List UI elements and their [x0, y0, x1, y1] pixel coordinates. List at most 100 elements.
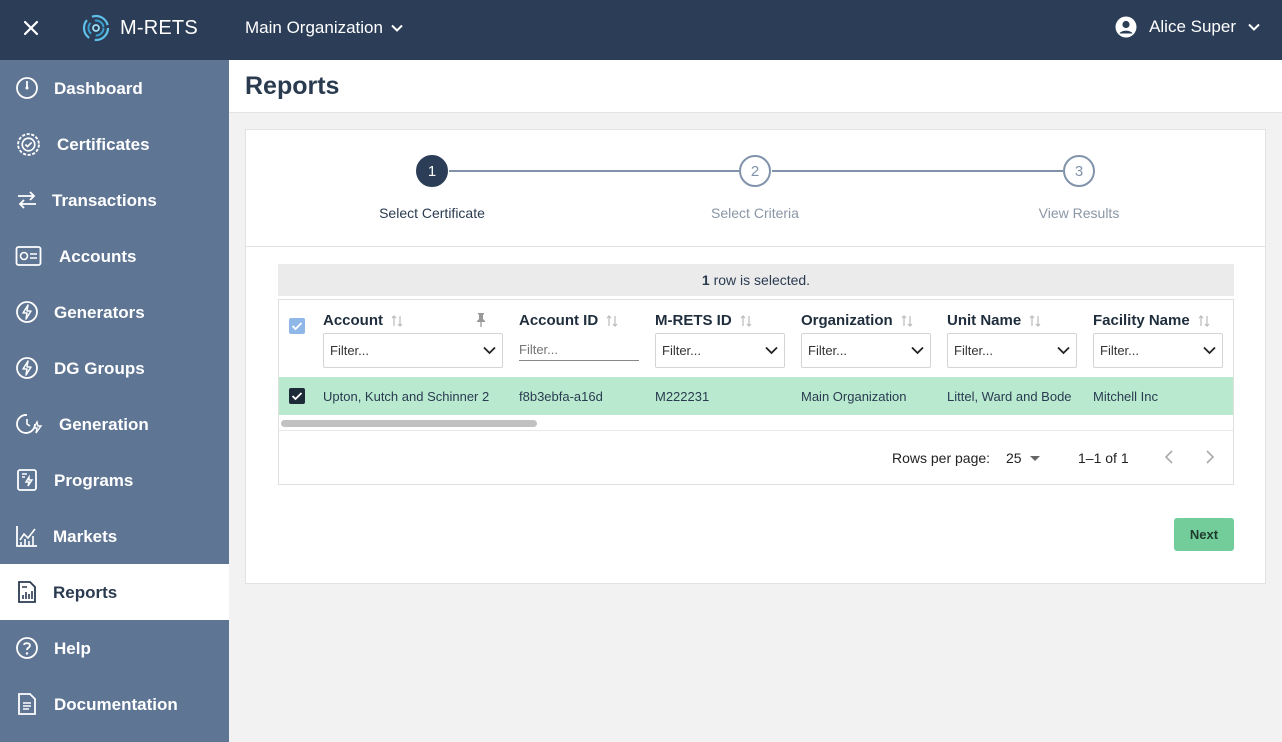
sidebar-item-dg-groups[interactable]: DG Groups	[0, 340, 229, 396]
column-header-unit-name[interactable]: Unit Name	[947, 312, 1041, 329]
sidebar-item-transactions[interactable]: Transactions	[0, 172, 229, 228]
top-bar: M-RETS Main Organization Alice Super	[0, 0, 1282, 60]
selection-banner: 1 row is selected.	[278, 264, 1234, 296]
m-rets-logo-icon	[82, 14, 110, 42]
sidebar-item-documentation[interactable]: Documentation	[0, 676, 229, 732]
caret-down-icon	[1029, 456, 1040, 461]
sidebar-item-label: DG Groups	[54, 359, 145, 378]
user-avatar-icon	[1115, 16, 1137, 38]
pin-icon[interactable]	[474, 312, 488, 328]
next-button[interactable]: Next	[1174, 518, 1234, 551]
chevron-down-icon	[391, 24, 403, 32]
line-chart-icon	[16, 526, 37, 547]
sidebar-item-label: Documentation	[54, 695, 178, 714]
horizontal-scrollbar[interactable]	[279, 415, 1233, 431]
column-header-account-id[interactable]: Account ID	[519, 312, 618, 329]
chevron-down-icon	[483, 346, 496, 355]
sidebar-item-dashboard[interactable]: Dashboard	[0, 60, 229, 116]
sidebar: Dashboard Certificates Transactions Acco…	[0, 60, 229, 742]
sidebar-item-label: Help	[54, 639, 91, 658]
chevron-down-icon	[1057, 346, 1070, 355]
sidebar-item-certificates[interactable]: Certificates	[0, 116, 229, 172]
sidebar-item-accounts[interactable]: Accounts	[0, 228, 229, 284]
scrollbar-thumb[interactable]	[281, 420, 537, 427]
cell-organization: Main Organization	[801, 389, 907, 404]
cell-m-rets-id: M222231	[655, 389, 710, 404]
sidebar-item-generation[interactable]: Generation	[0, 396, 229, 452]
filter-m-rets-id-select[interactable]: Filter...	[655, 333, 785, 368]
step-3-label: View Results	[1038, 205, 1120, 221]
sidebar-item-markets[interactable]: Markets	[0, 508, 229, 564]
selection-text: row is selected.	[709, 272, 811, 288]
step-2-circle[interactable]: 2	[739, 155, 771, 187]
question-circle-icon	[16, 637, 38, 659]
sidebar-item-label: Certificates	[57, 135, 150, 154]
report-wizard-card: 1 Select Certificate 2 Select Criteria 3…	[245, 129, 1266, 584]
transfer-arrows-icon	[18, 191, 36, 209]
column-header-label: Account ID	[519, 312, 599, 329]
check-icon	[291, 392, 303, 401]
sidebar-item-programs[interactable]: Programs	[0, 452, 229, 508]
pagination: Rows per page: 25 1–1 of 1	[279, 432, 1233, 484]
column-header-label: Account	[323, 312, 383, 329]
user-menu[interactable]: Alice Super	[1115, 16, 1260, 38]
sort-icon[interactable]	[740, 314, 752, 328]
step-3-circle[interactable]: 3	[1063, 155, 1095, 187]
sidebar-item-label: Transactions	[52, 191, 157, 210]
cell-facility-name: Mitchell Inc	[1093, 389, 1159, 404]
column-header-label: Unit Name	[947, 312, 1022, 329]
certificate-table: Account Filter... Account ID M-RETS ID F…	[278, 299, 1234, 485]
row-checkbox[interactable]	[289, 388, 305, 404]
page-header: Reports	[229, 60, 1282, 113]
step-1-circle[interactable]: 1	[416, 155, 448, 187]
filter-account-select[interactable]: Filter...	[323, 333, 503, 368]
select-all-checkbox[interactable]	[289, 318, 305, 334]
column-header-account[interactable]: Account	[323, 312, 403, 329]
rows-per-page-select[interactable]: 25	[1006, 450, 1044, 466]
document-bolt-icon	[17, 469, 37, 491]
organization-name: Main Organization	[245, 18, 383, 37]
sort-icon[interactable]	[606, 314, 618, 328]
rows-per-page-value: 25	[1006, 450, 1022, 466]
sidebar-item-reports[interactable]: Reports	[0, 564, 229, 620]
filter-account-id-input[interactable]	[519, 333, 639, 361]
column-header-m-rets-id[interactable]: M-RETS ID	[655, 312, 752, 329]
dashboard-gauge-icon	[16, 77, 38, 99]
page-title: Reports	[245, 72, 340, 100]
filter-facility-name-select[interactable]: Filter...	[1093, 333, 1223, 368]
step-2-label: Select Criteria	[711, 205, 799, 221]
sort-icon[interactable]	[1029, 314, 1041, 328]
rows-per-page-label: Rows per page:	[892, 450, 991, 466]
check-icon	[291, 322, 303, 331]
certificate-badge-icon	[17, 133, 40, 156]
sidebar-item-label: Markets	[53, 527, 118, 546]
column-header-label: M-RETS ID	[655, 312, 732, 329]
organization-switcher[interactable]: Main Organization	[245, 18, 403, 38]
chevron-right-icon[interactable]	[1201, 449, 1217, 465]
sidebar-item-help[interactable]: Help	[0, 620, 229, 676]
sort-icon[interactable]	[901, 314, 913, 328]
account-card-icon	[15, 246, 42, 266]
close-icon[interactable]	[20, 17, 42, 39]
filter-unit-name-select[interactable]: Filter...	[947, 333, 1077, 368]
filter-organization-select[interactable]: Filter...	[801, 333, 931, 368]
step-connector	[772, 170, 1063, 172]
filter-placeholder: Filter...	[330, 343, 370, 358]
filter-placeholder: Filter...	[1100, 343, 1140, 358]
chevron-down-icon	[911, 346, 924, 355]
cell-unit-name: Littel, Ward and Bode	[947, 389, 1072, 404]
pagination-range: 1–1 of 1	[1078, 450, 1129, 466]
sort-icon[interactable]	[1198, 314, 1210, 328]
table-row[interactable]: Upton, Kutch and Schinner 2 f8b3ebfa-a16…	[279, 377, 1233, 415]
column-header-facility-name[interactable]: Facility Name	[1093, 312, 1210, 329]
user-name: Alice Super	[1149, 17, 1236, 36]
sidebar-item-label: Generators	[54, 303, 145, 322]
chevron-left-icon[interactable]	[1162, 449, 1178, 465]
chevron-down-icon	[1203, 346, 1216, 355]
sidebar-item-label: Generation	[59, 415, 149, 434]
clock-bolt-icon	[16, 414, 43, 434]
sidebar-item-label: Accounts	[59, 247, 137, 266]
sort-icon[interactable]	[391, 314, 403, 328]
column-header-organization[interactable]: Organization	[801, 312, 913, 329]
sidebar-item-generators[interactable]: Generators	[0, 284, 229, 340]
